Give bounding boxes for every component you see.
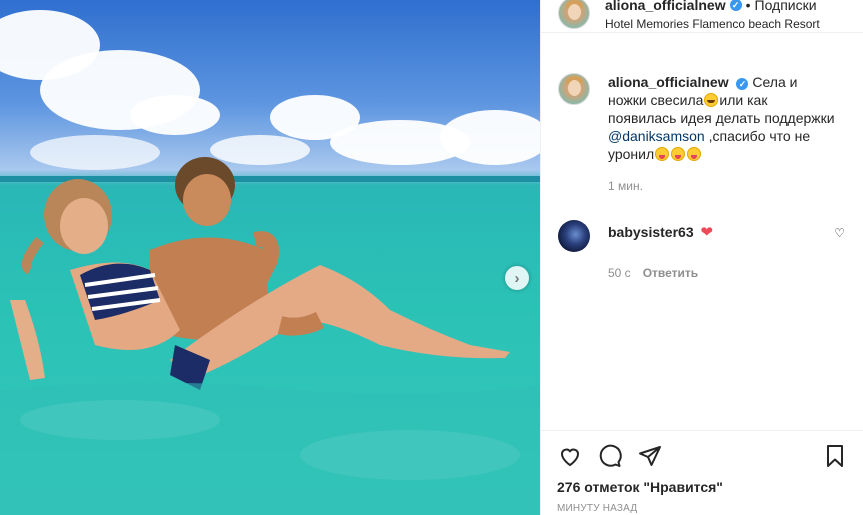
post-sidebar: aliona_officialnew ✓ • Подписки Hotel Me… xyxy=(540,0,863,515)
caption: aliona_officialnew ✓ Села и ножки свесил… xyxy=(558,73,846,163)
tongue-emoji-icon xyxy=(671,147,686,161)
author-username[interactable]: aliona_officialnew xyxy=(605,0,726,13)
tongue-emoji-icon xyxy=(655,147,670,161)
verified-badge-icon: ✓ xyxy=(736,78,749,90)
photo-people xyxy=(0,157,540,515)
caption-username[interactable]: aliona_officialnew xyxy=(608,74,729,90)
red-heart-emoji-icon: ❤ xyxy=(700,224,714,241)
post-photo[interactable]: › xyxy=(0,0,540,515)
heart-outline-icon[interactable] xyxy=(557,443,583,469)
like-comment-icon[interactable]: ♡ xyxy=(834,226,845,240)
next-photo-button[interactable]: › xyxy=(505,266,529,290)
posted-time[interactable]: МИНУТУ НАЗАД xyxy=(557,503,848,514)
verified-badge-icon: ✓ xyxy=(729,0,742,11)
caption-time[interactable]: 1 мин. xyxy=(608,179,846,193)
commenter-username[interactable]: babysister63 xyxy=(608,224,694,240)
post-header: aliona_officialnew ✓ • Подписки Hotel Me… xyxy=(541,0,863,33)
bookmark-icon[interactable] xyxy=(822,443,848,469)
post-actions: 276 отметок "Нравится" МИНУТУ НАЗАД xyxy=(541,430,863,514)
comments-section: aliona_officialnew ✓ Села и ножки свесил… xyxy=(541,73,863,280)
chevron-right-icon: › xyxy=(514,269,520,287)
likes-count[interactable]: 276 отметок "Нравится" xyxy=(557,479,848,495)
following-button[interactable]: Подписки xyxy=(755,0,817,13)
comment-time[interactable]: 50 с xyxy=(608,266,631,280)
commenter-avatar[interactable] xyxy=(558,220,590,252)
location-link[interactable]: Hotel Memories Flamenco beach Resort xyxy=(605,17,820,31)
laughing-emoji-icon xyxy=(704,93,719,107)
separator-dot: • xyxy=(745,0,751,13)
mention-link[interactable]: @daniksamson xyxy=(608,128,705,144)
paper-plane-icon[interactable] xyxy=(637,443,663,469)
comment-item: babysister63 ❤ ♡ xyxy=(558,220,846,252)
comment-bubble-icon[interactable] xyxy=(597,443,623,469)
comment-meta: 50 с Ответить xyxy=(608,266,846,280)
action-icons xyxy=(557,441,848,471)
caption-avatar[interactable] xyxy=(558,73,590,105)
author-avatar[interactable] xyxy=(558,0,590,29)
tongue-emoji-icon xyxy=(687,147,702,161)
reply-button[interactable]: Ответить xyxy=(643,266,698,280)
